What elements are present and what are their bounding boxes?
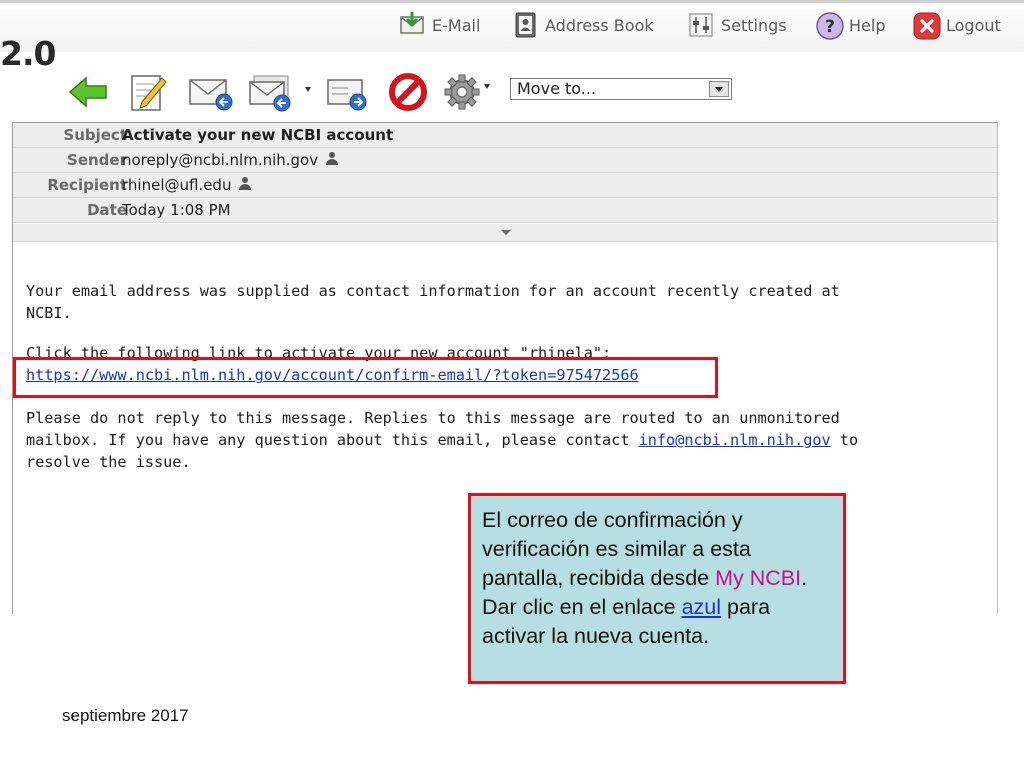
- reply-all-dropdown-caret[interactable]: [305, 87, 311, 92]
- svg-text:?: ?: [825, 17, 835, 37]
- delete-button[interactable]: [386, 70, 430, 114]
- top-navigation-bar: E-Mail Address Book Settings ? Help Logo…: [0, 0, 1024, 52]
- reply-all-icon: [249, 75, 291, 112]
- header-label-sender: Sender: [67, 151, 127, 169]
- body-line: Please do not reply to this message. Rep…: [26, 409, 840, 427]
- nav-help[interactable]: ? Help: [815, 10, 885, 40]
- compose-icon: [131, 75, 167, 111]
- back-button[interactable]: [66, 70, 110, 114]
- reply-button[interactable]: [186, 70, 233, 114]
- reply-icon: [189, 79, 233, 111]
- nav-help-label: Help: [849, 15, 886, 35]
- contact-email-link[interactable]: info@ncbi.nlm.nih.gov: [639, 431, 831, 449]
- brand-version: 2.0: [0, 34, 56, 73]
- header-value-date: Today 1:08 PM: [122, 201, 231, 219]
- settings-panel-icon: [687, 11, 715, 39]
- compose-button[interactable]: [126, 70, 170, 114]
- help-icon: ?: [815, 11, 844, 40]
- back-arrow-icon: [68, 76, 107, 108]
- sender-address[interactable]: noreply@ncbi.nlm.nih.gov: [122, 151, 318, 169]
- body-line: NCBI.: [26, 304, 72, 322]
- logout-icon: [912, 11, 941, 40]
- header-value-recipient: rhinel@ufl.edu: [122, 173, 252, 197]
- header-row-subject: Subject Activate your new NCBI account: [13, 123, 997, 148]
- callout-text: El correo de confirmación y verificación…: [482, 508, 751, 590]
- forward-button[interactable]: [322, 70, 367, 114]
- nav-logout[interactable]: Logout: [912, 10, 1001, 40]
- move-to-value: Move to...: [517, 79, 597, 98]
- email-download-icon: [398, 11, 426, 39]
- forward-icon: [327, 79, 367, 111]
- header-row-recipient: Recipient rhinel@ufl.edu: [13, 173, 997, 198]
- gear-icon: [444, 74, 480, 110]
- contact-person-icon[interactable]: [326, 152, 339, 166]
- reply-all-button[interactable]: [246, 70, 291, 114]
- body-line: resolve the issue.: [26, 453, 191, 471]
- body-line: Your email address was supplied as conta…: [26, 282, 840, 300]
- header-label-subject: Subject: [63, 126, 127, 144]
- top-rule: [0, 0, 1024, 3]
- callout-azul: azul: [681, 595, 722, 619]
- body-text-segment: mailbox. If you have any question about …: [26, 431, 639, 449]
- header-collapse-toggle[interactable]: [13, 224, 997, 242]
- address-book-icon: [511, 11, 539, 39]
- delete-icon: [389, 73, 427, 111]
- nav-settings[interactable]: Settings: [687, 10, 787, 40]
- callout-my-ncbi: My NCBI: [715, 566, 802, 590]
- link-highlight-box: [13, 357, 718, 398]
- nav-email[interactable]: E-Mail: [398, 10, 480, 40]
- header-label-recipient: Recipient: [47, 176, 127, 194]
- instruction-callout: El correo de confirmación y verificación…: [468, 493, 846, 684]
- body-line: mailbox. If you have any question about …: [26, 429, 858, 451]
- nav-email-label: E-Mail: [432, 15, 481, 35]
- header-row-sender: Sender noreply@ncbi.nlm.nih.gov: [13, 148, 997, 173]
- nav-address-book[interactable]: Address Book: [511, 10, 654, 40]
- contact-person-icon[interactable]: [239, 177, 252, 191]
- nav-address-book-label: Address Book: [545, 15, 654, 35]
- header-value-sender: noreply@ncbi.nlm.nih.gov: [122, 148, 339, 172]
- header-row-date: Date Today 1:08 PM: [13, 198, 997, 223]
- chevron-down-icon: [501, 230, 511, 235]
- header-label-date: Date: [87, 201, 127, 219]
- body-text-segment: to: [830, 431, 859, 449]
- header-value-subject: Activate your new NCBI account: [122, 126, 394, 144]
- nav-logout-label: Logout: [946, 15, 1001, 35]
- chevron-down-icon[interactable]: [709, 81, 729, 97]
- recipient-address[interactable]: rhinel@ufl.edu: [122, 176, 231, 194]
- options-button[interactable]: [442, 70, 486, 114]
- message-toolbar: Move to...: [60, 68, 760, 116]
- options-dropdown-caret[interactable]: [484, 84, 490, 89]
- slide-footer-date: septiembre 2017: [62, 706, 189, 725]
- nav-settings-label: Settings: [721, 15, 787, 35]
- move-to-select[interactable]: Move to...: [510, 78, 732, 100]
